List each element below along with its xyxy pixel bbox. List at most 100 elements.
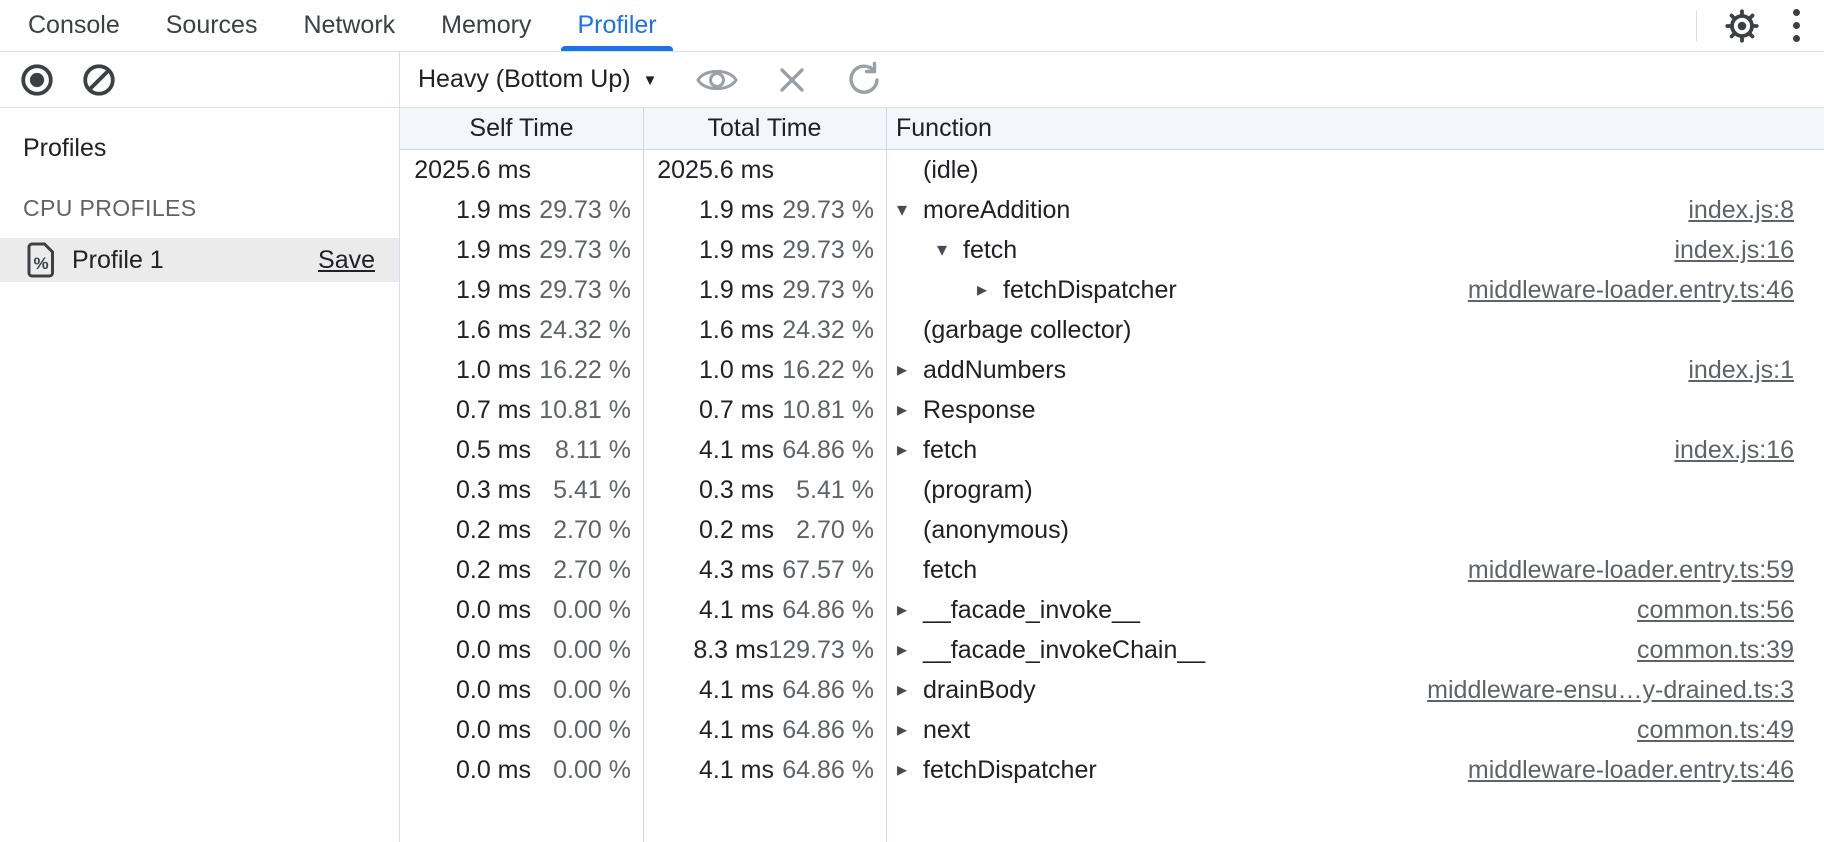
- source-link[interactable]: middleware-loader.entry.ts:59: [1448, 556, 1794, 585]
- clear-profiles-button[interactable]: [80, 61, 118, 99]
- kebab-menu-icon[interactable]: [1787, 5, 1806, 46]
- profiler-toolbar: Heavy (Bottom Up) ▼: [0, 52, 1824, 108]
- grid-row[interactable]: 0.2 ms2.70 %0.2 ms2.70 %(anonymous): [400, 510, 1824, 550]
- grid-row[interactable]: 1.9 ms29.73 %1.9 ms29.73 %▾fetchindex.js…: [400, 230, 1824, 270]
- function-cell: (anonymous): [886, 516, 1824, 545]
- function-name: fetch: [923, 436, 977, 465]
- expander-closed-icon[interactable]: ▸: [897, 640, 923, 660]
- total-time-ms: 4.1 ms: [643, 756, 774, 785]
- function-cell: ▸fetchDispatchermiddleware-loader.entry.…: [886, 756, 1824, 785]
- total-time-ms: 0.3 ms: [643, 476, 774, 505]
- grid-row[interactable]: 0.7 ms10.81 %0.7 ms10.81 %▸Response: [400, 390, 1824, 430]
- total-time-cell: 1.9 ms29.73 %: [643, 196, 886, 225]
- total-time-ms: 0.7 ms: [643, 396, 774, 425]
- source-link[interactable]: index.js:8: [1668, 196, 1794, 225]
- self-time-ms: 0.7 ms: [400, 396, 531, 425]
- total-time-percent: 64.86 %: [774, 756, 874, 785]
- column-header-function[interactable]: Function: [886, 114, 1824, 143]
- column-header-total-time[interactable]: Total Time: [643, 114, 886, 143]
- grid-row[interactable]: 0.2 ms2.70 %4.3 ms67.57 %fetchmiddleware…: [400, 550, 1824, 590]
- self-time-ms: 1.9 ms: [400, 236, 531, 265]
- total-time-percent: 29.73 %: [774, 196, 874, 225]
- profile-list-item[interactable]: % Profile 1 Save: [0, 238, 399, 282]
- self-time-percent: 5.41 %: [531, 476, 631, 505]
- total-time-percent: 16.22 %: [774, 356, 874, 385]
- expander-closed-icon[interactable]: ▸: [977, 280, 1003, 300]
- function-cell: (program): [886, 476, 1824, 505]
- total-time-cell: 4.1 ms64.86 %: [643, 596, 886, 625]
- grid-row[interactable]: 0.0 ms0.00 %8.3 ms129.73 %▸__facade_invo…: [400, 630, 1824, 670]
- profiles-toolbar: [0, 52, 400, 107]
- expander-closed-icon[interactable]: ▸: [897, 720, 923, 740]
- source-link[interactable]: middleware-ensu…y-drained.ts:3: [1407, 676, 1794, 705]
- expander-closed-icon[interactable]: ▸: [897, 400, 923, 420]
- function-cell: ▸next common.ts:49: [886, 716, 1824, 745]
- exclude-function-button[interactable]: [777, 65, 807, 95]
- chevron-down-icon: ▼: [643, 72, 658, 89]
- grid-row[interactable]: 1.9 ms29.73 %1.9 ms29.73 %▸fetchDispatch…: [400, 270, 1824, 310]
- total-time-ms: 1.6 ms: [643, 316, 774, 345]
- focus-function-button[interactable]: [695, 63, 739, 97]
- expander-closed-icon[interactable]: ▸: [897, 680, 923, 700]
- expander-closed-icon[interactable]: ▸: [897, 600, 923, 620]
- source-link[interactable]: middleware-loader.entry.ts:46: [1448, 756, 1794, 785]
- grid-row[interactable]: 0.0 ms0.00 %4.1 ms64.86 %▸__facade_invok…: [400, 590, 1824, 630]
- tab-sources[interactable]: Sources: [150, 0, 274, 51]
- expander-closed-icon[interactable]: ▸: [897, 360, 923, 380]
- source-link[interactable]: index.js:16: [1654, 436, 1794, 465]
- expander-closed-icon[interactable]: ▸: [897, 440, 923, 460]
- tab-profiler[interactable]: Profiler: [561, 0, 672, 51]
- grid-row[interactable]: 0.0 ms0.00 %4.1 ms64.86 %▸nextcommon.ts:…: [400, 710, 1824, 750]
- grid-row[interactable]: 0.3 ms5.41 %0.3 ms5.41 %(program): [400, 470, 1824, 510]
- self-time-percent: 8.11 %: [531, 436, 631, 465]
- tab-memory[interactable]: Memory: [425, 0, 547, 51]
- source-link[interactable]: index.js:1: [1668, 356, 1794, 385]
- function-cell: ▸fetch index.js:16: [886, 436, 1824, 465]
- function-cell: (garbage collector): [886, 316, 1824, 345]
- source-link[interactable]: common.ts:39: [1617, 636, 1794, 665]
- tab-network[interactable]: Network: [287, 0, 411, 51]
- column-divider[interactable]: [886, 108, 887, 842]
- function-name: fetchDispatcher: [1003, 276, 1177, 305]
- self-time-ms: 0.0 ms: [400, 636, 531, 665]
- expander-open-icon[interactable]: ▾: [937, 240, 963, 260]
- expander-closed-icon[interactable]: ▸: [897, 760, 923, 780]
- grid-row[interactable]: 1.6 ms24.32 %1.6 ms24.32 %(garbage colle…: [400, 310, 1824, 350]
- focus-eye-icon: [695, 63, 739, 97]
- view-mode-select[interactable]: Heavy (Bottom Up) ▼: [418, 65, 657, 94]
- cpu-profiles-section-label: CPU PROFILES: [23, 195, 399, 222]
- record-icon: [18, 61, 56, 99]
- grid-row[interactable]: 0.5 ms8.11 %4.1 ms64.86 %▸fetchindex.js:…: [400, 430, 1824, 470]
- toolbar-divider: [1696, 11, 1697, 41]
- total-time-ms: 4.1 ms: [643, 716, 774, 745]
- column-divider[interactable]: [643, 108, 644, 842]
- restore-functions-button[interactable]: [845, 61, 883, 99]
- svg-text:%: %: [33, 254, 48, 273]
- profiles-sidebar: Profiles CPU PROFILES % Profile 1 Save: [0, 108, 400, 842]
- self-time-cell: 1.0 ms16.22 %: [400, 356, 643, 385]
- source-link[interactable]: common.ts:56: [1617, 596, 1794, 625]
- source-link[interactable]: index.js:16: [1654, 236, 1794, 265]
- self-time-percent: 29.73 %: [531, 196, 631, 225]
- function-name: next: [923, 716, 970, 745]
- source-link[interactable]: middleware-loader.entry.ts:46: [1448, 276, 1794, 305]
- save-profile-link[interactable]: Save: [318, 246, 375, 275]
- gear-icon[interactable]: [1723, 7, 1761, 45]
- function-cell: ▸fetchDispatcher middleware-loader.entry.…: [886, 276, 1824, 305]
- column-header-self-time[interactable]: Self Time: [400, 114, 643, 143]
- self-time-ms: 0.0 ms: [400, 676, 531, 705]
- grid-row[interactable]: 1.9 ms29.73 %1.9 ms29.73 %▾moreAdditioni…: [400, 190, 1824, 230]
- grid-row[interactable]: 1.0 ms16.22 %1.0 ms16.22 %▸addNumbersind…: [400, 350, 1824, 390]
- source-link[interactable]: common.ts:49: [1617, 716, 1794, 745]
- self-time-ms: 0.0 ms: [400, 596, 531, 625]
- self-time-cell: 1.6 ms24.32 %: [400, 316, 643, 345]
- function-name: (program): [923, 476, 1033, 505]
- record-profile-button[interactable]: [18, 61, 56, 99]
- grid-row[interactable]: 0.0 ms0.00 %4.1 ms64.86 %▸drainBodymiddl…: [400, 670, 1824, 710]
- self-time-ms: 0.0 ms: [400, 716, 531, 745]
- tab-console[interactable]: Console: [12, 0, 136, 51]
- grid-row[interactable]: 2025.6 ms2025.6 ms(idle): [400, 150, 1824, 190]
- expander-open-icon[interactable]: ▾: [897, 200, 923, 220]
- grid-row[interactable]: 0.0 ms0.00 %4.1 ms64.86 %▸fetchDispatche…: [400, 750, 1824, 790]
- self-time-cell: 2025.6 ms: [400, 156, 643, 185]
